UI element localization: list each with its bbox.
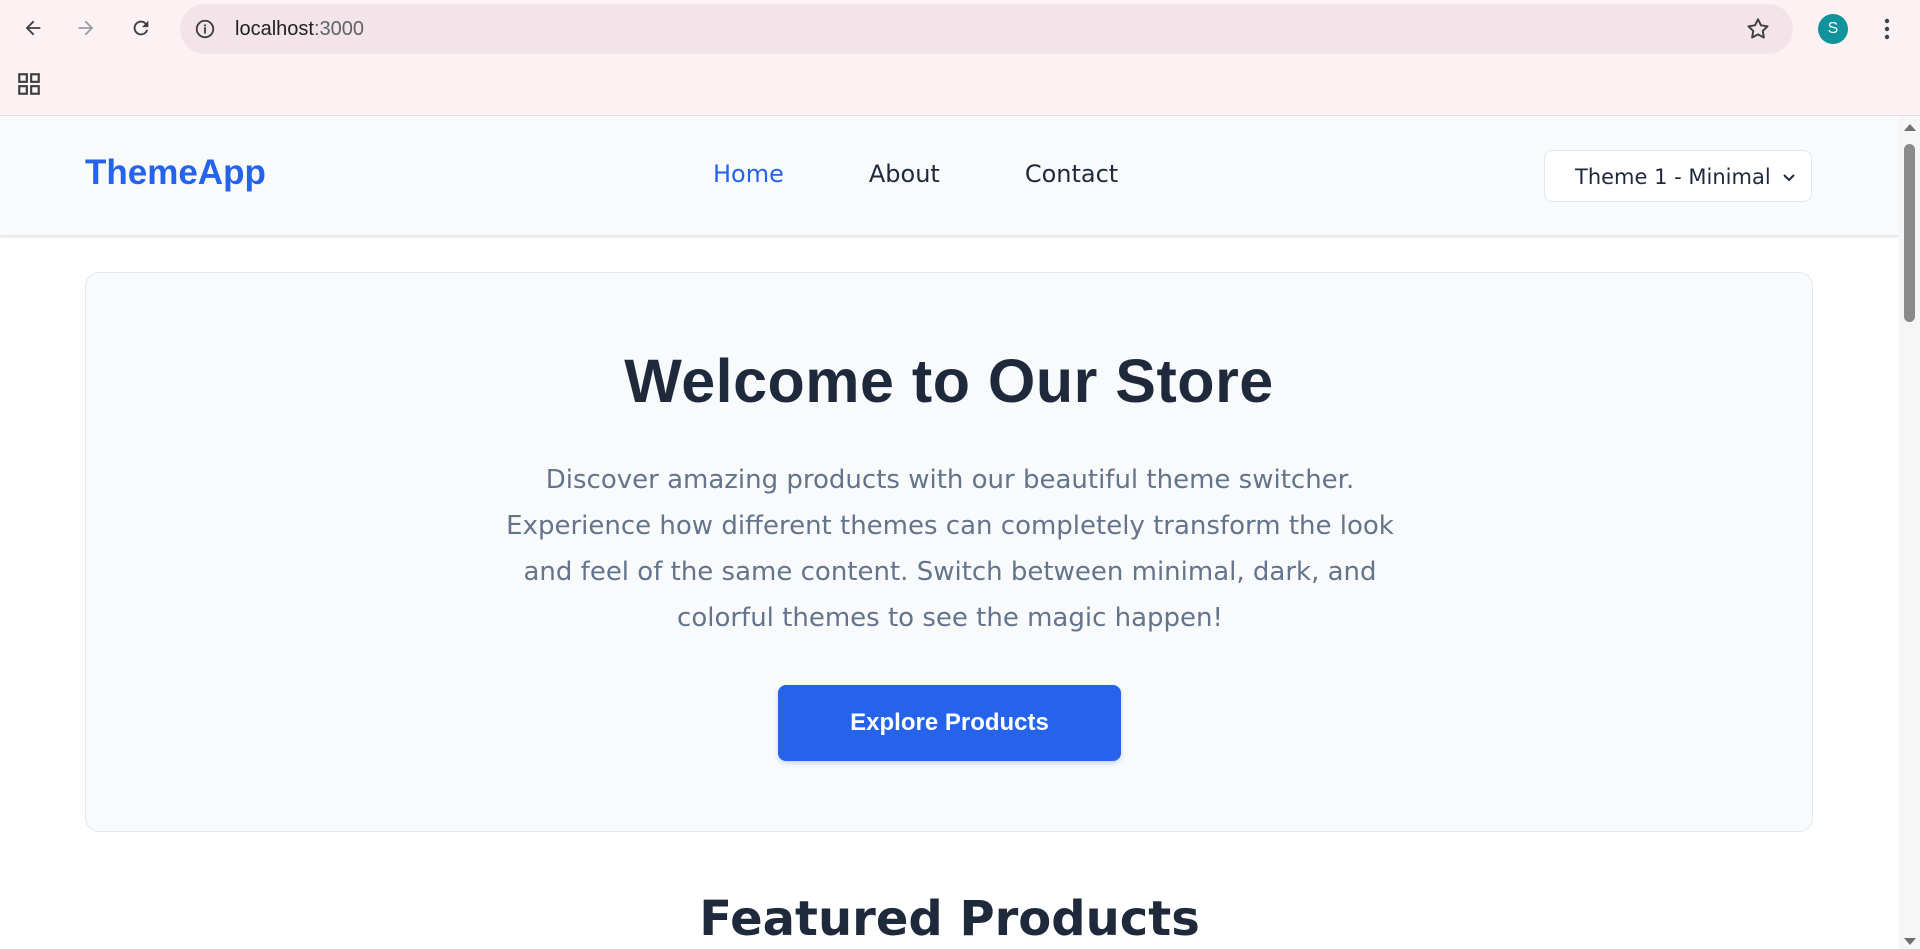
featured-products-title: Featured Products (699, 891, 1200, 947)
scroll-up-arrow-icon[interactable] (1904, 124, 1916, 131)
explore-products-button[interactable]: Explore Products (778, 685, 1121, 761)
url-host: localhost (235, 18, 314, 40)
forward-arrow-icon (78, 20, 94, 36)
forward-button[interactable] (66, 8, 106, 48)
bookmarks-bar (0, 57, 1920, 116)
site-info-icon[interactable] (193, 17, 217, 41)
main-nav: Home About Contact (713, 160, 1203, 188)
back-arrow-icon (25, 20, 41, 36)
vertical-scrollbar[interactable] (1899, 116, 1920, 949)
hero-title: Welcome to Our Store (624, 347, 1274, 415)
nav-link-contact[interactable]: Contact (1025, 160, 1118, 188)
theme-select-value: Theme 1 - Minimal (1575, 165, 1771, 189)
profile-avatar[interactable]: S (1818, 14, 1848, 44)
apps-grid-icon[interactable] (16, 71, 44, 99)
theme-select[interactable]: Theme 1 - Minimal (1544, 150, 1812, 202)
url-text[interactable]: localhost:3000 (235, 18, 364, 41)
back-button[interactable] (13, 8, 53, 48)
scroll-thumb[interactable] (1904, 144, 1915, 322)
hero-section: Welcome to Our Store Discover amazing pr… (85, 272, 1813, 832)
nav-link-home[interactable]: Home (713, 160, 784, 188)
site-logo[interactable]: ThemeApp (85, 153, 266, 193)
site-header: ThemeApp Home About Contact Theme 1 - Mi… (0, 116, 1899, 236)
reload-icon (133, 20, 149, 36)
url-port: :3000 (313, 18, 364, 40)
hero-description: Discover amazing products with our beaut… (506, 465, 1394, 633)
chevron-down-icon (1783, 174, 1795, 182)
bookmark-star-icon[interactable] (1745, 16, 1771, 42)
nav-link-about[interactable]: About (869, 160, 940, 188)
more-menu-icon[interactable] (1876, 14, 1898, 44)
browser-toolbar: localhost:3000 S (0, 0, 1920, 57)
page-viewport: ThemeApp Home About Contact Theme 1 - Mi… (0, 116, 1899, 949)
reload-button[interactable] (121, 8, 161, 48)
scroll-down-arrow-icon[interactable] (1904, 938, 1916, 945)
address-bar[interactable]: localhost:3000 (180, 4, 1793, 54)
